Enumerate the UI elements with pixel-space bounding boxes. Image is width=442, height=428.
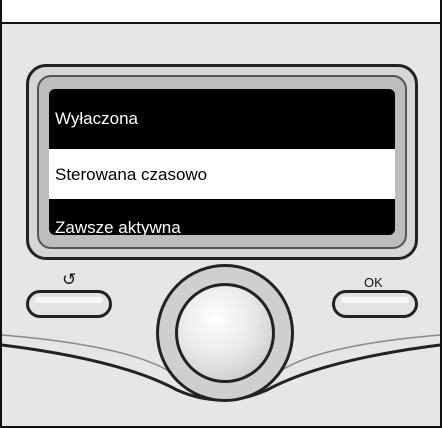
menu-item-sterowana-czasowo[interactable]: Sterowana czasowo xyxy=(49,147,395,201)
ok-button[interactable] xyxy=(332,290,418,318)
back-button[interactable] xyxy=(26,290,112,318)
lcd-screen: Wyłaczona Sterowana czasowo Zawsze aktyw… xyxy=(49,89,395,235)
control-knob-face xyxy=(175,283,275,383)
thermostat-device: Wyłaczona Sterowana czasowo Zawsze aktyw… xyxy=(0,0,442,428)
ok-label: OK xyxy=(364,275,383,290)
display-bezel-inner: Wyłaczona Sterowana czasowo Zawsze aktyw… xyxy=(37,75,407,249)
menu-item-label: Zawsze aktywna xyxy=(55,217,181,236)
display-bezel: Wyłaczona Sterowana czasowo Zawsze aktyw… xyxy=(26,64,418,260)
menu-item-zawsze-aktywna[interactable]: Zawsze aktywna xyxy=(49,201,395,236)
control-knob[interactable] xyxy=(156,264,294,402)
menu-item-label: Sterowana czasowo xyxy=(55,164,208,184)
back-icon: ↺ xyxy=(62,270,77,289)
menu-item-wylaczona[interactable]: Wyłaczona xyxy=(49,89,395,147)
menu-item-label: Wyłaczona xyxy=(55,108,138,128)
